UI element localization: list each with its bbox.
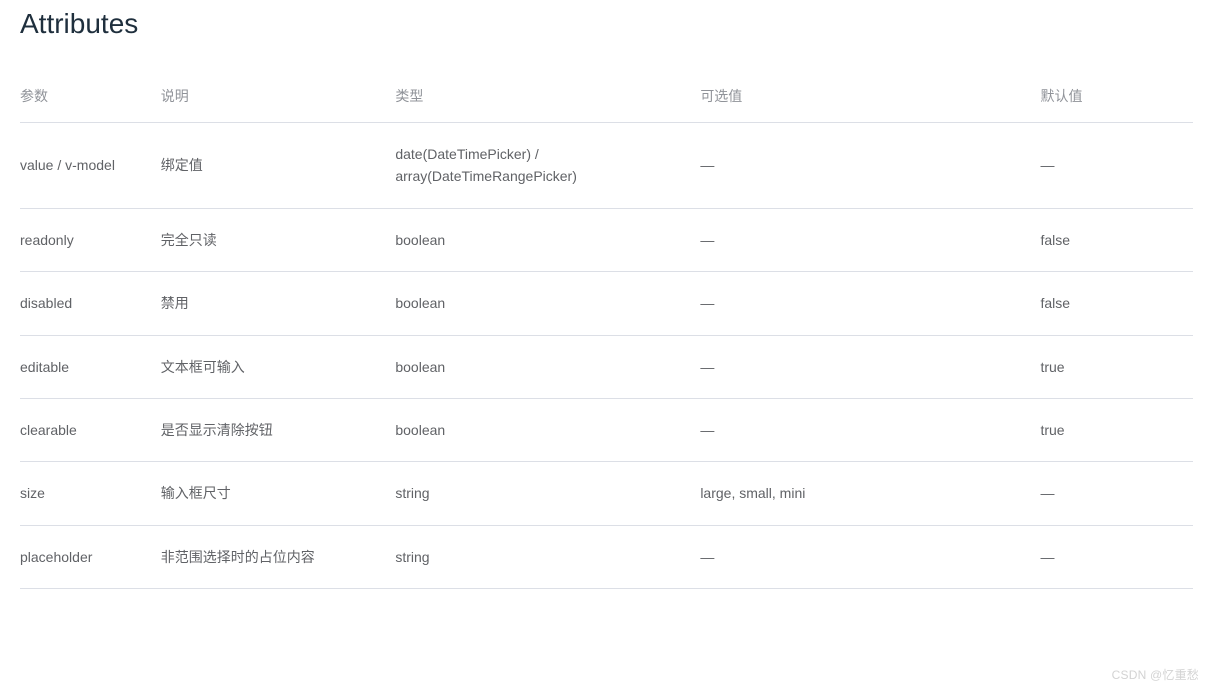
table-row: editable 文本框可输入 boolean — true [20,335,1193,398]
cell-param: placeholder [20,525,161,588]
cell-param: value / v-model [20,123,161,209]
cell-type: boolean [395,208,700,271]
table-row: value / v-model 绑定值 date(DateTimePicker)… [20,123,1193,209]
cell-default: false [1040,208,1193,271]
cell-options: — [700,335,1040,398]
cell-desc: 是否显示清除按钮 [161,398,396,461]
cell-options: — [700,398,1040,461]
table-row: readonly 完全只读 boolean — false [20,208,1193,271]
cell-default: true [1040,398,1193,461]
table-row: clearable 是否显示清除按钮 boolean — true [20,398,1193,461]
table-header-row: 参数 说明 类型 可选值 默认值 [20,70,1193,123]
cell-desc: 非范围选择时的占位内容 [161,525,396,588]
table-row: placeholder 非范围选择时的占位内容 string — — [20,525,1193,588]
cell-desc: 输入框尺寸 [161,462,396,525]
table-row: disabled 禁用 boolean — false [20,272,1193,335]
cell-options: — [700,123,1040,209]
cell-options: large, small, mini [700,462,1040,525]
col-header-options: 可选值 [700,70,1040,123]
col-header-desc: 说明 [161,70,396,123]
col-header-default: 默认值 [1040,70,1193,123]
cell-param: clearable [20,398,161,461]
table-row: size 输入框尺寸 string large, small, mini — [20,462,1193,525]
cell-type: boolean [395,335,700,398]
cell-desc: 文本框可输入 [161,335,396,398]
col-header-type: 类型 [395,70,700,123]
cell-default: — [1040,525,1193,588]
cell-type: boolean [395,398,700,461]
cell-options: — [700,272,1040,335]
cell-default: true [1040,335,1193,398]
cell-type: string [395,462,700,525]
cell-param: readonly [20,208,161,271]
cell-options: — [700,208,1040,271]
cell-options: — [700,525,1040,588]
cell-param: disabled [20,272,161,335]
cell-type: boolean [395,272,700,335]
cell-param: size [20,462,161,525]
cell-default: false [1040,272,1193,335]
col-header-param: 参数 [20,70,161,123]
attributes-table: 参数 说明 类型 可选值 默认值 value / v-model 绑定值 dat… [20,70,1193,589]
watermark: CSDN @忆重愁 [1112,666,1199,683]
cell-type: date(DateTimePicker) / array(DateTimeRan… [395,123,700,209]
cell-type: string [395,525,700,588]
cell-default: — [1040,462,1193,525]
cell-desc: 禁用 [161,272,396,335]
cell-param: editable [20,335,161,398]
cell-default: — [1040,123,1193,209]
section-title: Attributes [20,8,1193,40]
cell-desc: 绑定值 [161,123,396,209]
cell-desc: 完全只读 [161,208,396,271]
